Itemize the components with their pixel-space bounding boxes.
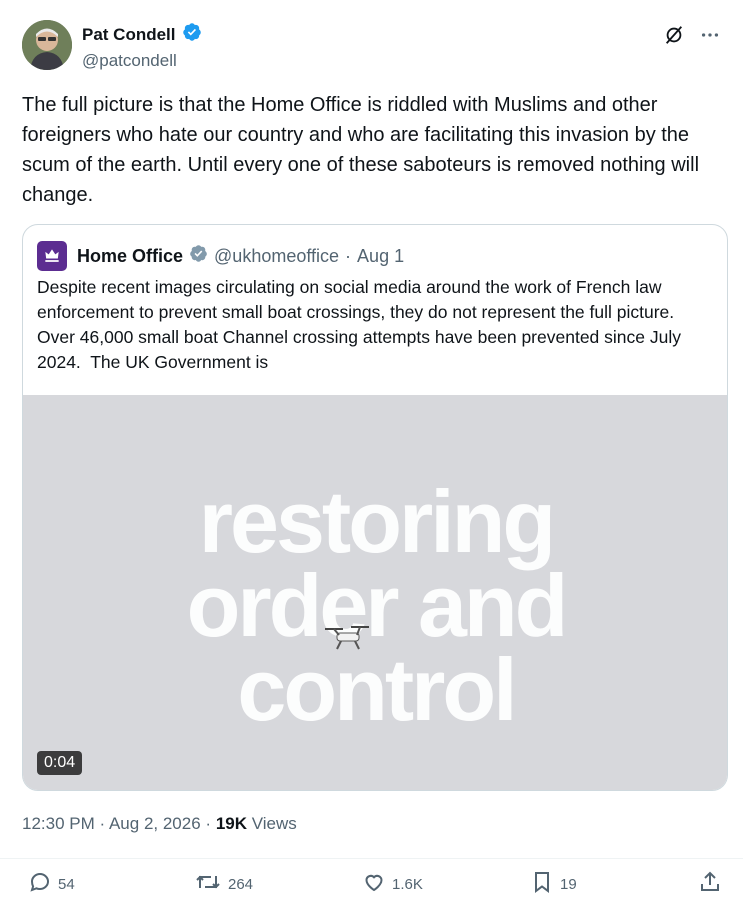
like-count: 1.6K [392, 875, 423, 893]
repost-count: 264 [228, 875, 254, 893]
meta-separator: · [99, 814, 106, 833]
avatar[interactable] [22, 20, 72, 70]
video-duration: 0:04 [37, 751, 83, 775]
like-button[interactable]: 1.6K [362, 870, 423, 898]
bookmark-count: 19 [560, 875, 577, 893]
quoted-tweet[interactable]: Home Office @ukhomeoffice · Aug 1 Despit… [22, 224, 728, 791]
video-overlay-line-3: control [237, 640, 517, 739]
quoted-date: Aug 1 [357, 245, 405, 266]
repost-button[interactable]: 264 [194, 870, 253, 898]
action-bar: 54 264 1.6K 19 [0, 870, 743, 906]
tweet-time[interactable]: 12:30 PM [22, 814, 95, 833]
repost-icon [194, 870, 222, 898]
author-info: Pat Condell @patcondell [82, 22, 202, 71]
share-icon [698, 870, 722, 898]
share-button[interactable] [698, 870, 722, 898]
verified-badge-icon [182, 22, 202, 47]
heart-icon [362, 870, 386, 898]
reply-icon [28, 870, 52, 898]
tweet-header: Pat Condell @patcondell [22, 18, 725, 74]
quoted-tweet-text: Despite recent images circulating on soc… [37, 277, 694, 372]
divider [0, 858, 743, 859]
views-label: Views [251, 814, 297, 833]
quoted-separator: · [345, 245, 352, 266]
author-name[interactable]: Pat Condell [82, 25, 176, 45]
video-player[interactable]: restoring order and control 0:04 [23, 395, 727, 790]
home-office-logo-icon [37, 241, 67, 271]
quoted-tweet-header: Home Office @ukhomeoffice · Aug 1 [37, 241, 404, 271]
reply-button[interactable]: 54 [28, 870, 75, 898]
quoted-verified-badge-icon [189, 244, 208, 268]
more-options-icon[interactable] [699, 24, 721, 46]
author-handle[interactable]: @patcondell [82, 51, 202, 71]
views-count: 19K [215, 814, 247, 833]
quoted-author-handle: @ukhomeoffice [214, 245, 340, 266]
top-actions [663, 24, 721, 46]
drone-icon [321, 623, 373, 658]
tweet-date[interactable]: Aug 2, 2026 [109, 814, 201, 833]
tweet-text: The full picture is that the Home Office… [22, 94, 700, 206]
meta-separator: · [205, 814, 212, 833]
tweet-meta: 12:30 PM · Aug 2, 2026 · 19K Views [22, 814, 297, 834]
quoted-author-name: Home Office [77, 245, 184, 266]
grok-icon[interactable] [663, 24, 685, 46]
bookmark-button[interactable]: 19 [530, 870, 577, 898]
reply-count: 54 [58, 875, 75, 893]
bookmark-icon [530, 870, 554, 898]
